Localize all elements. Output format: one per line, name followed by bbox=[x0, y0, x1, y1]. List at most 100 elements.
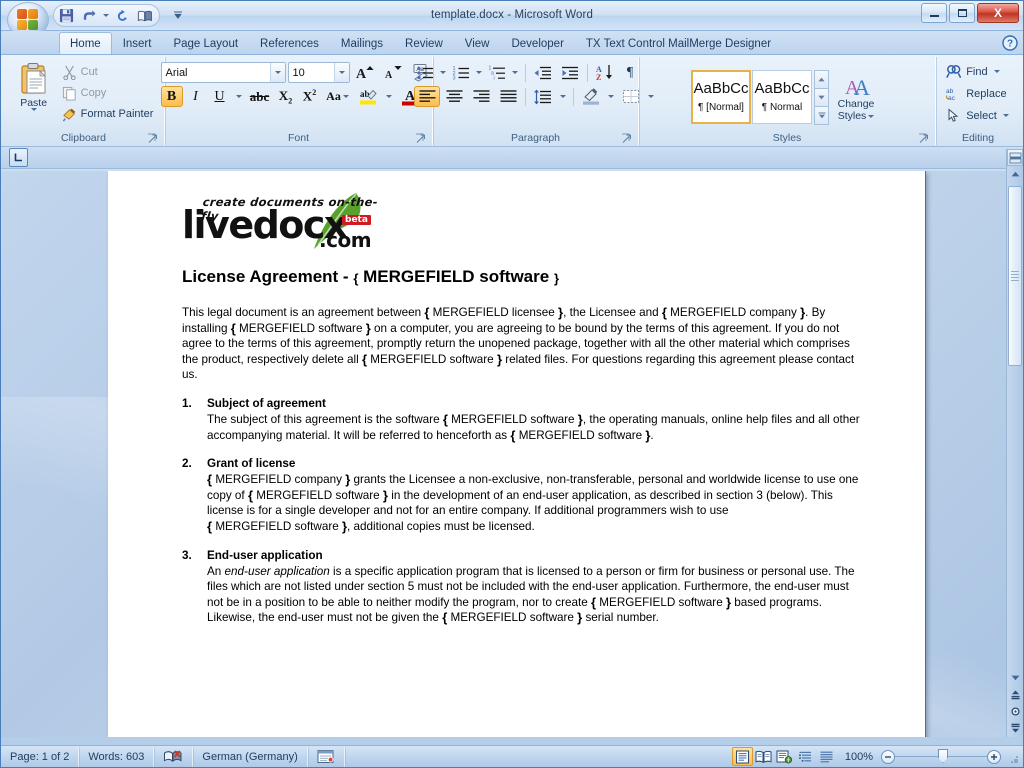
document-page[interactable]: create documents on-the-fly livedocx .co… bbox=[108, 171, 926, 737]
change-case-button[interactable]: Aa bbox=[323, 86, 353, 107]
tab-tx-text-control-mailmerge-designer[interactable]: TX Text Control MailMerge Designer bbox=[575, 32, 782, 54]
align-right-button[interactable] bbox=[468, 86, 494, 107]
change-styles-button[interactable]: AA Change Styles bbox=[829, 71, 883, 123]
minimize-button[interactable] bbox=[921, 3, 947, 23]
format-painter-label: Format Painter bbox=[80, 108, 154, 120]
view-print-layout-button[interactable] bbox=[731, 747, 753, 766]
status-proofing-errors[interactable] bbox=[154, 746, 194, 767]
zoom-level-label[interactable]: 100% bbox=[837, 751, 881, 763]
italic-button[interactable]: I bbox=[185, 86, 207, 107]
sort-button[interactable]: AZ bbox=[592, 62, 618, 83]
bullets-dropdown[interactable] bbox=[437, 62, 449, 83]
multilevel-dropdown[interactable] bbox=[509, 62, 521, 83]
strikethrough-button[interactable]: abc bbox=[247, 86, 273, 107]
select-browse-object-button[interactable] bbox=[1007, 703, 1023, 720]
font-name-combo[interactable]: Arial bbox=[160, 62, 286, 83]
format-painter-button[interactable]: Format Painter bbox=[59, 104, 159, 124]
numbering-button[interactable]: 123 bbox=[450, 62, 472, 83]
status-bar: Page: 1 of 2 Words: 603 German (Germany) bbox=[1, 745, 1023, 767]
tab-view[interactable]: View bbox=[454, 32, 501, 54]
increase-indent-button[interactable] bbox=[557, 62, 583, 83]
line-spacing-dropdown[interactable] bbox=[557, 86, 569, 107]
zoom-slider[interactable] bbox=[881, 749, 1001, 764]
status-track-changes[interactable] bbox=[308, 746, 345, 767]
clipboard-dialog-launcher[interactable] bbox=[147, 133, 158, 144]
styles-dialog-launcher[interactable] bbox=[918, 133, 929, 144]
underline-dropdown[interactable] bbox=[233, 86, 245, 107]
help-icon[interactable]: ? bbox=[1001, 34, 1019, 52]
document-content[interactable]: License Agreement - { MERGEFIELD softwar… bbox=[182, 267, 863, 626]
numbering-dropdown[interactable] bbox=[473, 62, 485, 83]
vertical-scrollbar[interactable] bbox=[1006, 149, 1023, 737]
paste-button[interactable]: Paste bbox=[9, 59, 59, 112]
align-left-button[interactable] bbox=[414, 86, 440, 107]
tab-page-layout[interactable]: Page Layout bbox=[162, 32, 249, 54]
style-item-normal[interactable]: AaBbCc ¶ Normal bbox=[752, 70, 812, 124]
scrollbar-track[interactable] bbox=[1007, 182, 1023, 670]
scroll-down-button[interactable] bbox=[1007, 670, 1023, 686]
styles-more-button[interactable] bbox=[814, 106, 829, 125]
scroll-up-button[interactable] bbox=[1007, 166, 1023, 182]
previous-page-button[interactable] bbox=[1007, 686, 1023, 703]
status-language[interactable]: German (Germany) bbox=[193, 746, 308, 767]
zoom-slider-handle[interactable] bbox=[938, 749, 948, 763]
select-button[interactable]: Select bbox=[943, 105, 1013, 126]
scrollbar-thumb[interactable] bbox=[1008, 186, 1022, 366]
cut-button[interactable]: Cut bbox=[59, 62, 159, 82]
bold-button[interactable]: B bbox=[160, 86, 183, 107]
styles-scroll-up-button[interactable] bbox=[814, 70, 829, 89]
subscript-button[interactable]: X2 bbox=[275, 86, 297, 107]
shading-button[interactable] bbox=[578, 86, 604, 107]
multilevel-list-button[interactable]: 1ai bbox=[486, 62, 508, 83]
track-changes-icon bbox=[317, 750, 334, 763]
tab-mailings[interactable]: Mailings bbox=[330, 32, 394, 54]
close-button[interactable]: X bbox=[977, 3, 1019, 23]
highlight-dropdown[interactable] bbox=[383, 86, 395, 107]
tab-review[interactable]: Review bbox=[394, 32, 454, 54]
underline-button[interactable]: U bbox=[209, 86, 231, 107]
find-button[interactable]: Find bbox=[943, 61, 1013, 82]
tab-home[interactable]: Home bbox=[59, 32, 112, 54]
tab-developer[interactable]: Developer bbox=[500, 32, 574, 54]
tab-insert[interactable]: Insert bbox=[112, 32, 163, 54]
status-word-count[interactable]: Words: 603 bbox=[79, 746, 155, 767]
zoom-out-button[interactable] bbox=[881, 749, 895, 764]
view-web-layout-button[interactable] bbox=[774, 747, 795, 766]
font-dialog-launcher[interactable] bbox=[415, 133, 426, 144]
grow-font-button[interactable]: A bbox=[352, 62, 378, 83]
line-spacing-button[interactable] bbox=[530, 86, 556, 107]
zoom-in-button[interactable] bbox=[987, 749, 1001, 764]
shading-dropdown[interactable] bbox=[605, 86, 617, 107]
tab-stop-selector[interactable] bbox=[9, 148, 28, 167]
superscript-button[interactable]: X2 bbox=[299, 86, 321, 107]
styles-gallery-scroll bbox=[814, 70, 829, 125]
view-full-screen-reading-button[interactable] bbox=[753, 747, 774, 766]
status-page-number[interactable]: Page: 1 of 2 bbox=[1, 746, 80, 767]
text-highlight-color-button[interactable]: ab bbox=[355, 86, 381, 107]
styles-scroll-down-button[interactable] bbox=[814, 88, 829, 107]
font-size-combo[interactable]: 10 bbox=[287, 62, 350, 83]
align-center-button[interactable] bbox=[441, 86, 467, 107]
view-outline-button[interactable] bbox=[795, 747, 816, 766]
document-title-prefix: License Agreement - bbox=[182, 267, 349, 286]
shrink-font-button[interactable]: A bbox=[380, 62, 406, 83]
replace-button[interactable]: ab ac Replace bbox=[943, 83, 1013, 104]
maximize-button[interactable] bbox=[949, 3, 975, 23]
bullets-button[interactable] bbox=[414, 62, 436, 83]
justify-button[interactable] bbox=[495, 86, 521, 107]
svg-text:A: A bbox=[854, 75, 870, 98]
next-page-button[interactable] bbox=[1007, 720, 1023, 737]
view-draft-button[interactable] bbox=[816, 747, 837, 766]
document-workspace[interactable]: create documents on-the-fly livedocx .co… bbox=[1, 171, 1023, 737]
section-title: Grant of license bbox=[207, 457, 296, 471]
style-item-normal-bracket[interactable]: AaBbCc ¶ [Normal] bbox=[691, 70, 751, 124]
split-window-button[interactable] bbox=[1007, 149, 1023, 166]
zoom-slider-track[interactable] bbox=[895, 749, 987, 763]
document-title: License Agreement - { MERGEFIELD softwar… bbox=[182, 267, 863, 289]
resize-grip-icon[interactable] bbox=[1005, 750, 1019, 764]
copy-button[interactable]: Copy bbox=[59, 83, 159, 103]
decrease-indent-button[interactable] bbox=[530, 62, 556, 83]
paragraph-dialog-launcher[interactable] bbox=[621, 133, 632, 144]
tab-references[interactable]: References bbox=[249, 32, 330, 54]
show-formatting-marks-button[interactable]: ¶ bbox=[619, 62, 641, 83]
